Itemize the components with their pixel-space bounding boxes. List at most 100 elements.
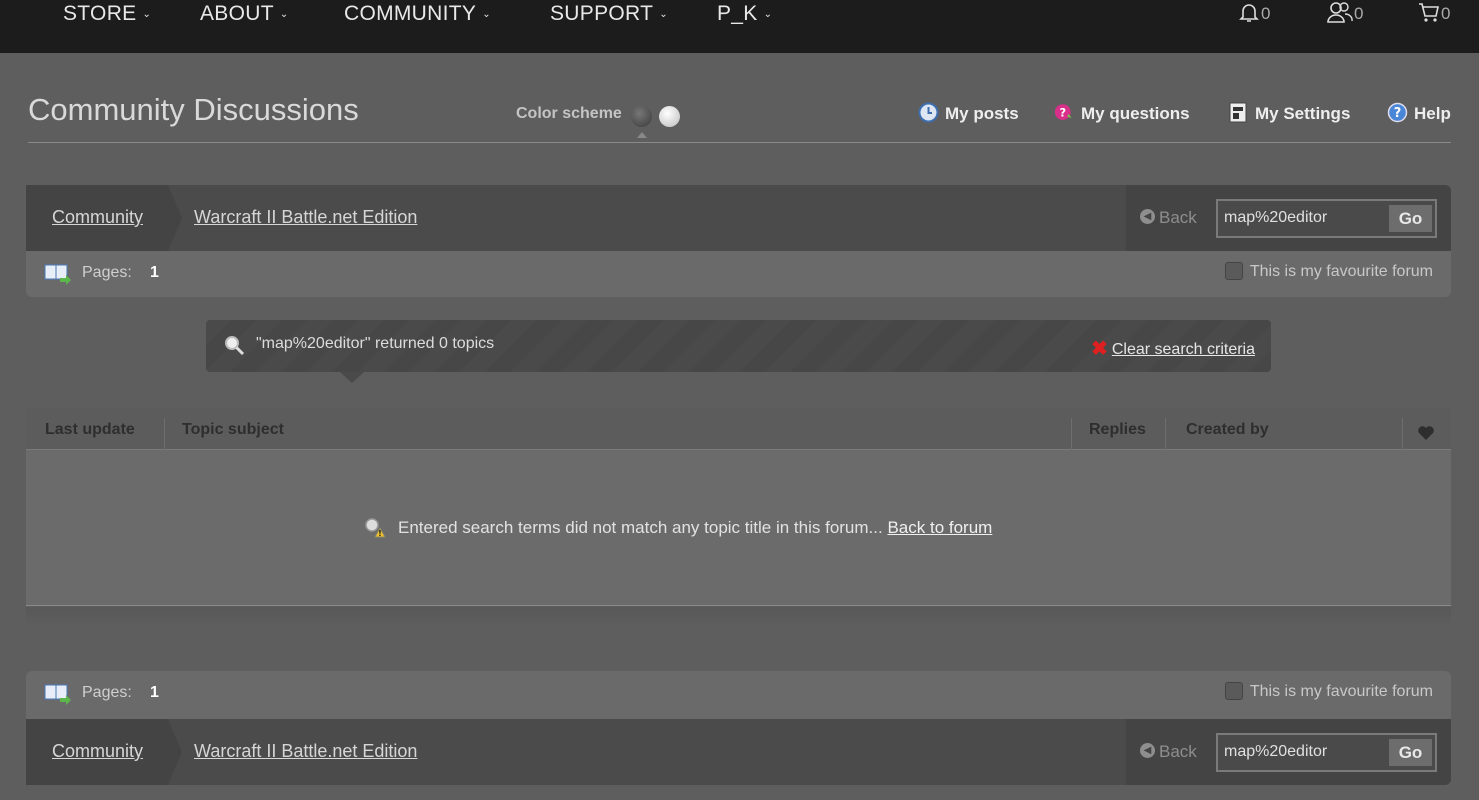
search-result-text: "map%20editor" returned 0 topics xyxy=(256,335,495,352)
nav-about[interactable]: ABOUT ⌄ xyxy=(200,0,289,28)
favourite-label: This is my favourite forum xyxy=(1249,683,1433,701)
column-replies[interactable]: Replies xyxy=(1089,421,1146,439)
breadcrumb-forum-link[interactable]: Warcraft II Battle.net Edition xyxy=(194,741,417,762)
header-divider xyxy=(28,142,1451,143)
search-go-button[interactable]: Go xyxy=(1389,205,1432,232)
back-label: Back xyxy=(1159,208,1197,227)
banner-pointer xyxy=(340,372,364,383)
warning-search-icon: ! xyxy=(365,518,386,538)
forum-search-box: Go xyxy=(1216,199,1437,238)
column-divider xyxy=(1402,418,1403,450)
cart-icon xyxy=(1419,2,1439,22)
chevron-down-icon: ⌄ xyxy=(659,9,668,20)
chevron-down-icon: ⌄ xyxy=(142,9,152,20)
favourite-forum-toggle[interactable]: This is my favourite forum xyxy=(1224,262,1433,281)
color-scheme-light-button[interactable] xyxy=(659,106,680,127)
back-label: Back xyxy=(1159,742,1197,761)
favourite-label: This is my favourite forum xyxy=(1249,263,1433,281)
chevron-down-icon: ⌄ xyxy=(482,9,491,20)
nav-user-label: P_K xyxy=(717,2,758,25)
nav-store-label: STORE xyxy=(63,2,137,25)
nav-support-label: SUPPORT xyxy=(550,2,654,25)
column-created-by[interactable]: Created by xyxy=(1186,421,1269,439)
chevron-down-icon: ⌄ xyxy=(279,9,289,20)
color-scheme-label: Color scheme xyxy=(516,105,622,122)
topic-table-body: ! Entered search terms did not match any… xyxy=(26,450,1451,606)
my-posts-link[interactable]: My posts xyxy=(918,102,1019,125)
favourite-checkbox[interactable] xyxy=(1224,682,1243,700)
search-go-button[interactable]: Go xyxy=(1389,739,1432,766)
cart-button[interactable]: 0 xyxy=(1417,0,1450,28)
friends-icon xyxy=(1327,1,1353,23)
forum-search-input[interactable] xyxy=(1224,740,1384,764)
svg-text:?: ? xyxy=(1059,105,1066,119)
svg-text:?: ? xyxy=(1394,106,1402,121)
my-questions-link[interactable]: ? My questions xyxy=(1054,104,1190,125)
table-footer-shadow xyxy=(26,607,1451,627)
cart-count: 0 xyxy=(1441,4,1451,23)
my-questions-label: My questions xyxy=(1081,104,1190,123)
breadcrumb-community-link[interactable]: Community xyxy=(52,741,143,762)
nav-about-label: ABOUT xyxy=(200,2,274,25)
color-scheme-dark-button[interactable] xyxy=(631,106,652,127)
book-arrow-icon xyxy=(44,264,71,285)
column-divider xyxy=(164,418,165,450)
forum-search-input[interactable] xyxy=(1224,206,1384,230)
selected-scheme-indicator xyxy=(637,132,647,138)
chevron-down-icon: ⌄ xyxy=(763,9,773,20)
question-bubble-icon: ? xyxy=(1054,104,1072,120)
magnifier-icon xyxy=(225,336,245,356)
nav-community-label: COMMUNITY xyxy=(344,2,477,25)
clock-icon xyxy=(918,102,939,123)
notifications-button[interactable]: 0 xyxy=(1237,0,1270,28)
back-button[interactable]: ◀ Back xyxy=(1140,208,1197,228)
pages-bar-bottom: Pages: 1 This is my favourite forum xyxy=(26,671,1451,719)
breadcrumb-community-link[interactable]: Community xyxy=(52,207,143,228)
nav-store[interactable]: STORE ⌄ xyxy=(63,0,151,28)
empty-result-message: Entered search terms did not match any t… xyxy=(398,518,992,538)
column-divider xyxy=(1071,418,1072,450)
notifications-count: 0 xyxy=(1261,4,1271,23)
breadcrumb-bar-top: Community Warcraft II Battle.net Edition… xyxy=(26,185,1451,251)
back-button[interactable]: ◀ Back xyxy=(1140,742,1197,762)
column-topic-subject[interactable]: Topic subject xyxy=(182,421,284,439)
friends-count: 0 xyxy=(1354,4,1364,23)
help-label: Help xyxy=(1414,104,1451,123)
my-posts-label: My posts xyxy=(945,104,1019,123)
breadcrumb-bar-bottom: Community Warcraft II Battle.net Edition… xyxy=(26,719,1451,785)
nav-support[interactable]: SUPPORT ⌄ xyxy=(550,0,668,28)
breadcrumb-tools: ◀Back Go xyxy=(1126,185,1451,251)
settings-page-icon xyxy=(1229,102,1247,123)
nav-user-menu[interactable]: P_K ⌄ xyxy=(717,0,772,28)
heart-icon[interactable] xyxy=(1417,425,1435,441)
back-arrow-icon: ◀ xyxy=(1140,209,1155,225)
help-link[interactable]: ? Help xyxy=(1387,102,1451,125)
back-to-forum-link[interactable]: Back to forum xyxy=(887,518,992,537)
help-icon: ? xyxy=(1387,102,1408,123)
favourite-forum-toggle[interactable]: This is my favourite forum xyxy=(1224,682,1433,701)
column-last-update[interactable]: Last update xyxy=(45,421,135,439)
breadcrumb-forum-link[interactable]: Warcraft II Battle.net Edition xyxy=(194,207,417,228)
top-navigation-bar: STORE ⌄ ABOUT ⌄ COMMUNITY ⌄ SUPPORT ⌄ P_K ⌄ 0… xyxy=(0,0,1479,53)
pages-label: Pages: xyxy=(82,264,132,281)
empty-message-text: Entered search terms did not match any t… xyxy=(398,518,883,537)
search-result-banner: "map%20editor" returned 0 topics ✖ Clear … xyxy=(206,320,1271,372)
clear-search-link[interactable]: ✖ Clear search criteria xyxy=(1091,335,1255,360)
forum-search-box: Go xyxy=(1216,733,1437,772)
svg-text:!: ! xyxy=(378,529,382,538)
column-divider xyxy=(1165,418,1166,450)
back-arrow-icon: ◀ xyxy=(1140,743,1155,759)
topic-table-header: Last update Topic subject Replies Create… xyxy=(26,408,1451,450)
nav-community[interactable]: COMMUNITY ⌄ xyxy=(344,0,491,28)
bell-icon xyxy=(1239,3,1259,22)
friends-button[interactable]: 0 xyxy=(1326,0,1363,28)
page-title: Community Discussions xyxy=(28,92,359,127)
breadcrumb-tools: ◀Back Go xyxy=(1126,719,1451,785)
close-icon: ✖ xyxy=(1091,338,1108,360)
pages-bar-top: Pages: 1 This is my favourite forum xyxy=(26,251,1451,297)
page-number-link[interactable]: 1 xyxy=(150,264,159,282)
pages-label: Pages: xyxy=(82,684,132,701)
my-settings-link[interactable]: My Settings xyxy=(1228,102,1350,125)
page-number-link[interactable]: 1 xyxy=(150,684,159,702)
favourite-checkbox[interactable] xyxy=(1224,262,1243,280)
